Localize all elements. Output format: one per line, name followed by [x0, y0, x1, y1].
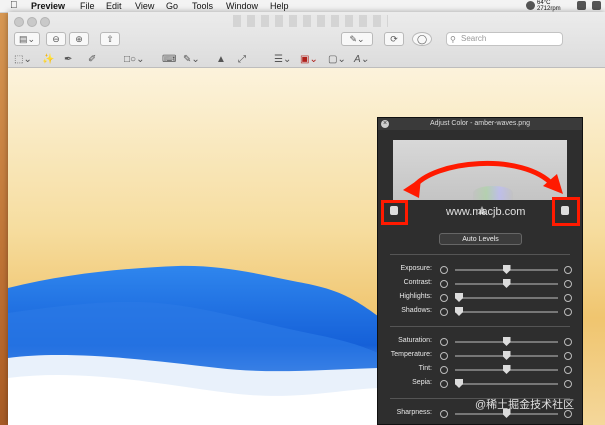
markup-pen-button[interactable]: ✎⌄ — [341, 32, 373, 46]
zoom-out-button[interactable]: ⊖ — [46, 32, 66, 46]
slider-min-icon — [440, 294, 448, 302]
slider-track[interactable] — [455, 383, 558, 385]
slider-label: Contrast: — [403, 279, 432, 286]
slider-label: Tint: — [418, 365, 432, 372]
adjust-color-panel: Adjust Color - amber-waves.png × Auto Le… — [377, 117, 583, 425]
auto-levels-button[interactable]: Auto Levels — [439, 233, 522, 245]
menu-file[interactable]: File — [80, 0, 95, 12]
rotate-button[interactable]: ⟳ — [384, 32, 404, 46]
slider-knob[interactable] — [455, 379, 463, 388]
zoom-window-button[interactable] — [40, 17, 50, 27]
panel-divider — [390, 254, 570, 255]
menu-edit[interactable]: Edit — [106, 0, 122, 12]
rect-selection-icon[interactable]: ⬚⌄ — [14, 55, 32, 65]
black-point-handle[interactable] — [390, 206, 398, 215]
slider-max-icon — [564, 308, 572, 316]
slider-min-icon — [440, 338, 448, 346]
slider-knob[interactable] — [455, 307, 463, 316]
slider-min-icon — [440, 308, 448, 316]
slider-label: Highlights: — [399, 293, 432, 300]
slider-knob[interactable] — [502, 279, 511, 288]
slider-max-icon — [564, 338, 572, 346]
slider-track[interactable] — [455, 311, 558, 313]
slider-row: Highlights: — [378, 292, 582, 304]
slider-row: Contrast: — [378, 278, 582, 290]
status-temperature[interactable]: 64°C 2712rpm — [537, 0, 561, 12]
sign-icon[interactable]: ✎⌄ — [183, 55, 200, 65]
slider-max-icon — [564, 280, 572, 288]
slider-label: Temperature: — [390, 351, 432, 358]
panel-divider — [390, 326, 570, 327]
border-color-icon[interactable]: ▣⌄ — [300, 55, 318, 65]
search-icon: ⚲ — [450, 35, 456, 44]
slider-knob[interactable] — [455, 293, 463, 302]
menu-window[interactable]: Window — [226, 0, 258, 12]
adjust-color-icon[interactable]: ▲ — [216, 55, 226, 65]
slider-label: Sharpness: — [396, 409, 432, 416]
slider-min-icon — [440, 380, 448, 388]
window-title-blurred — [233, 15, 388, 27]
slider-min-icon — [440, 352, 448, 360]
slider-label: Shadows: — [401, 307, 432, 314]
white-point-handle[interactable] — [561, 206, 569, 215]
adjust-size-icon[interactable]: ⤢ — [238, 55, 246, 65]
instant-alpha-icon[interactable]: ✨ — [42, 55, 54, 65]
draw-icon[interactable]: ✐ — [88, 55, 96, 65]
shape-style-icon[interactable]: ☰⌄ — [274, 55, 291, 65]
close-window-button[interactable] — [14, 17, 24, 27]
sketch-icon[interactable]: ✒ — [64, 55, 72, 65]
menu-view[interactable]: View — [135, 0, 154, 12]
slider-row: Temperature: — [378, 350, 582, 362]
menu-tools[interactable]: Tools — [192, 0, 213, 12]
panel-title: Adjust Color - amber-waves.png — [378, 118, 582, 130]
window-toolbar: ▤⌄ ⊖ ⊕ ⇧ ✎⌄ ⟳ ◯ ⚲ Search ⬚⌄ ✨ ✒ ✐ □○⌄ ⌨ … — [8, 12, 605, 68]
markup-toolbar-button[interactable]: ◯ — [412, 32, 432, 46]
slider-label: Sepia: — [412, 379, 432, 386]
slider-max-icon — [564, 352, 572, 360]
slider-label: Exposure: — [400, 265, 432, 272]
slider-knob[interactable] — [502, 365, 511, 374]
status-fan-icon[interactable] — [526, 1, 535, 10]
slider-knob[interactable] — [502, 351, 511, 360]
apple-menu-icon[interactable]:  — [10, 0, 18, 12]
slider-knob[interactable] — [502, 265, 511, 274]
menu-app-preview[interactable]: Preview — [31, 0, 65, 12]
slider-min-icon — [440, 366, 448, 374]
share-button[interactable]: ⇧ — [100, 32, 120, 46]
annotation-arrow — [403, 161, 563, 198]
slider-min-icon — [440, 266, 448, 274]
battery-icon[interactable] — [592, 1, 601, 10]
levels-histogram[interactable] — [393, 140, 567, 200]
slider-row: Tint: — [378, 364, 582, 376]
slider-max-icon — [564, 366, 572, 374]
slider-label: Saturation: — [398, 337, 432, 344]
sidebar-toggle-button[interactable]: ▤⌄ — [14, 32, 40, 46]
slider-max-icon — [564, 266, 572, 274]
panel-close-icon[interactable]: × — [381, 120, 389, 128]
shapes-icon[interactable]: □○⌄ — [124, 55, 144, 65]
minimize-window-button[interactable] — [27, 17, 37, 27]
slider-row: Exposure: — [378, 264, 582, 276]
slider-max-icon — [564, 380, 572, 388]
text-style-icon[interactable]: A⌄ — [354, 55, 369, 65]
zoom-in-button[interactable]: ⊕ — [69, 32, 89, 46]
menu-help[interactable]: Help — [270, 0, 289, 12]
slider-min-icon — [440, 280, 448, 288]
slider-min-icon — [440, 410, 448, 418]
search-field[interactable]: ⚲ Search — [446, 32, 563, 46]
watermark-juejin: @稀土掘金技术社区 — [475, 399, 575, 411]
slider-knob[interactable] — [502, 337, 511, 346]
search-placeholder: Search — [461, 34, 487, 43]
slider-row: Sepia: — [378, 378, 582, 390]
slider-row: Saturation: — [378, 336, 582, 348]
slider-track[interactable] — [455, 297, 558, 299]
menu-go[interactable]: Go — [166, 0, 178, 12]
text-icon[interactable]: ⌨ — [162, 55, 176, 65]
slider-row: Shadows: — [378, 306, 582, 318]
wifi-icon[interactable] — [577, 1, 586, 10]
fill-color-icon[interactable]: ▢⌄ — [328, 55, 346, 65]
watermark-site: www.macjb.com — [446, 206, 526, 218]
slider-max-icon — [564, 294, 572, 302]
